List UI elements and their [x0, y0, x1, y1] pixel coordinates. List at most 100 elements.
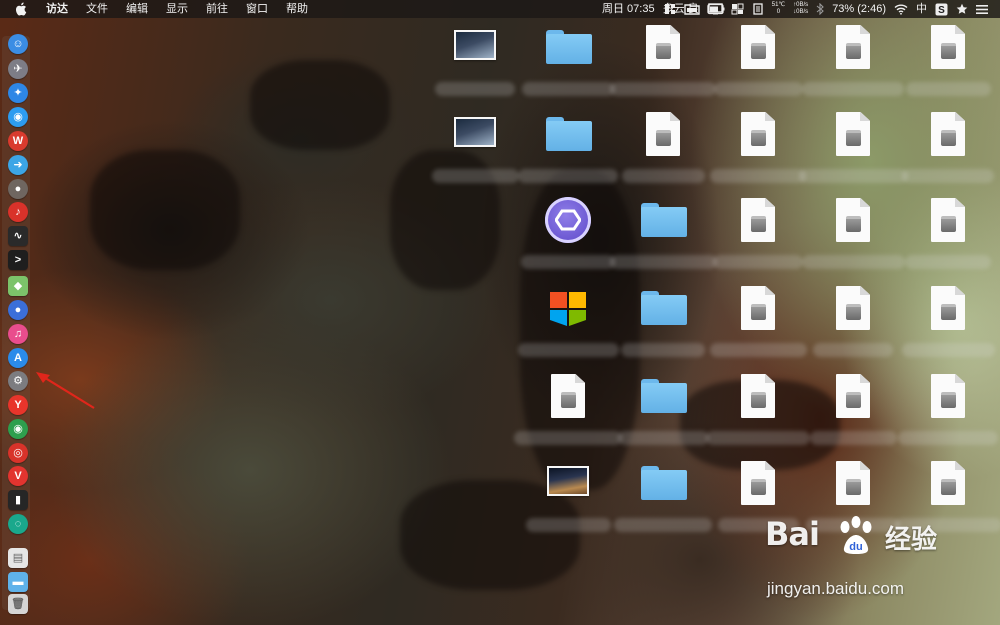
desktop-windows-app-icon[interactable] [543, 285, 593, 331]
document-file-icon [931, 198, 965, 242]
wifi-icon[interactable] [894, 0, 908, 18]
desktop-doc-icon[interactable] [733, 285, 783, 331]
desktop-icon-label-blurred [614, 518, 712, 532]
dock-launchpad-icon[interactable]: ✈ [8, 59, 28, 79]
bark-shadow [250, 60, 390, 150]
dock-downloads-folder-icon[interactable]: ▬ [8, 572, 28, 592]
desktop-screenshot-icon[interactable] [450, 111, 500, 157]
cpu-icon[interactable] [707, 0, 725, 18]
squares-icon[interactable] [731, 0, 744, 18]
desktop-doc-icon[interactable] [638, 111, 688, 157]
dock-app-store-icon[interactable]: A [8, 348, 28, 368]
folder-icon [546, 30, 592, 64]
disk-image-glyph [941, 130, 956, 146]
desktop-doc-icon[interactable] [828, 373, 878, 419]
weather[interactable]: 多云 良 [663, 0, 699, 18]
desktop-doc-icon[interactable] [828, 285, 878, 331]
dock-netease-icon[interactable]: ♪ [8, 202, 28, 222]
desktop-doc-icon[interactable] [543, 373, 593, 419]
menu-help[interactable]: 帮助 [277, 0, 317, 18]
dock-terminal-2-icon[interactable]: ▮ [8, 490, 28, 510]
desktop-doc-icon[interactable] [828, 197, 878, 243]
dock-documents-icon[interactable]: ▤ [8, 548, 28, 568]
dock-itunes-glyph: ♫ [13, 327, 23, 340]
menu-window[interactable]: 窗口 [237, 0, 277, 18]
desktop-doc-icon[interactable] [733, 197, 783, 243]
dock-cleaner-icon[interactable]: ◌ [8, 514, 28, 534]
dock-siri-icon[interactable]: ● [8, 300, 28, 320]
desktop-doc-icon[interactable] [733, 24, 783, 70]
input-method[interactable]: 中 [916, 0, 927, 18]
desktop-doc-icon[interactable] [923, 111, 973, 157]
document-file-icon [741, 198, 775, 242]
battery-text[interactable]: 73% (2:46) [832, 0, 886, 18]
dock-rock-icon[interactable]: ● [8, 179, 28, 199]
desktop-doc-icon[interactable] [923, 373, 973, 419]
desktop-doc-icon[interactable] [923, 285, 973, 331]
document-file-icon [741, 112, 775, 156]
desktop-screenshot-icon[interactable] [450, 24, 500, 70]
desktop-folder-icon[interactable] [638, 373, 688, 419]
document-icon[interactable] [752, 0, 764, 18]
star-icon[interactable] [956, 0, 968, 18]
dock-itunes-icon[interactable]: ♫ [8, 324, 28, 344]
temperature-readout[interactable]: 51℃ 0 [772, 2, 785, 16]
dock-siri-glyph: ● [14, 303, 22, 316]
dock-yandex-icon[interactable]: Y [8, 395, 28, 415]
desktop-doc-icon[interactable] [733, 373, 783, 419]
desktop-icon-label-blurred [610, 82, 716, 96]
desktop-round-app-icon[interactable] [543, 197, 593, 243]
menu-app-name[interactable]: 访达 [37, 0, 77, 18]
desktop-icon-label-blurred [802, 82, 904, 96]
page-fold [765, 112, 775, 121]
desktop-folder-icon[interactable] [638, 285, 688, 331]
dock-migration-icon[interactable]: ➜ [8, 155, 28, 175]
menu-view[interactable]: 显示 [157, 0, 197, 18]
desktop-doc-icon[interactable] [638, 24, 688, 70]
disk-image-glyph [751, 392, 766, 408]
document-file-icon [646, 25, 680, 69]
desktop-doc-icon[interactable] [733, 111, 783, 157]
dock-maps-icon[interactable]: ◆ [8, 276, 28, 296]
paw-logo-icon: du [840, 516, 872, 554]
dock-wps-icon[interactable]: W [8, 131, 28, 151]
menu-edit[interactable]: 编辑 [117, 0, 157, 18]
s-app-icon[interactable]: S [935, 0, 948, 18]
menu-go[interactable]: 前往 [197, 0, 237, 18]
desktop-folder-icon[interactable] [638, 460, 688, 506]
desktop-doc-icon[interactable] [923, 24, 973, 70]
desktop-folder-icon[interactable] [638, 197, 688, 243]
disk-image-glyph [656, 43, 671, 59]
desktop-icon-label-blurred [431, 169, 519, 183]
dock-preview-icon[interactable]: ◉ [8, 107, 28, 127]
document-file-icon [931, 286, 965, 330]
desktop-doc-icon[interactable] [733, 460, 783, 506]
dock-system-prefs-icon[interactable]: ⚙ [8, 371, 28, 391]
desktop-folder-icon[interactable] [543, 111, 593, 157]
dock-safari-icon[interactable]: ✦ [8, 83, 28, 103]
desktop-doc-icon[interactable] [828, 460, 878, 506]
dock-activity-icon[interactable]: ∿ [8, 226, 28, 246]
network-speed[interactable]: ↑0B/s ↓0B/s [793, 2, 808, 16]
dock-vivaldi-icon[interactable]: V [8, 466, 28, 486]
desktop-doc-icon[interactable] [923, 460, 973, 506]
dock-netease-music-icon[interactable]: ◎ [8, 443, 28, 463]
menu-file[interactable]: 文件 [77, 0, 117, 18]
dock-chrome-icon[interactable]: ◉ [8, 419, 28, 439]
desktop-doc-icon[interactable] [923, 197, 973, 243]
desktop-icon-label-blurred [898, 431, 998, 445]
desktop-doc-icon[interactable] [828, 24, 878, 70]
desktop-doc-icon[interactable] [828, 111, 878, 157]
desktop-folder-icon[interactable] [543, 24, 593, 70]
dock-terminal-icon[interactable]: > [8, 250, 28, 270]
dock-finder-icon[interactable]: ☺ [8, 34, 28, 54]
desktop-photo-icon[interactable] [543, 460, 593, 506]
clock[interactable]: 周日 07:35 [602, 0, 655, 18]
menu-list-icon[interactable] [976, 0, 988, 18]
disk-image-glyph [751, 43, 766, 59]
bluetooth-icon[interactable] [816, 0, 825, 18]
apple-menu-icon[interactable] [15, 0, 29, 18]
dock-cleaner-glyph: ◌ [14, 517, 22, 530]
dock-trash-icon[interactable]: 🗑 [8, 594, 28, 614]
desktop-icon-label-blurred [905, 255, 991, 269]
